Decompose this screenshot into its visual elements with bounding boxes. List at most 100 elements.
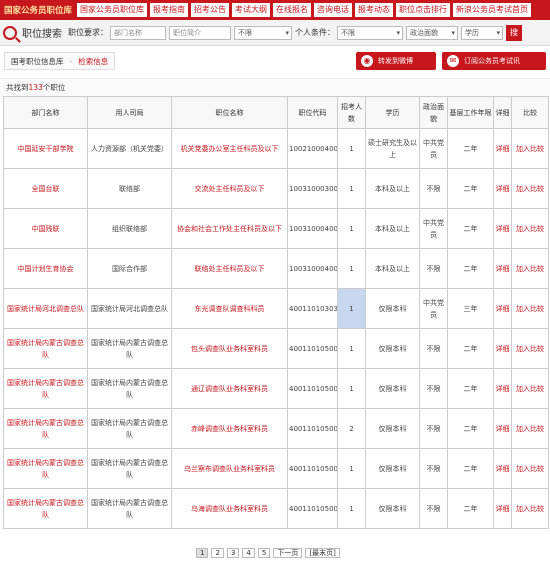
cell-code: 100210004006 [287,128,338,169]
cell-politics: 中共党员 [419,208,448,249]
cell-code: 100310003005 [287,168,338,209]
col-header-bureau: 用人司局 [87,96,172,129]
cell-num: 1 [337,288,366,329]
cell-bureau: 国家统计局内蒙古调查总队 [87,408,172,449]
limit-select[interactable]: 不限 [234,25,292,40]
detail-link[interactable]: 详细 [493,288,512,329]
cell-position: 包头调查队业务科室科员 [171,328,288,369]
detail-link[interactable]: 详细 [493,248,512,289]
cell-num: 1 [337,248,366,289]
table-row: 全国台联 联络部 交流处主任科员及以下 100310003005 1 本科及以上 不限 二年详… [3,168,549,209]
detail-link[interactable]: 详细 [493,208,512,249]
job-req-label: 职位要求： [68,28,108,37]
nav-item-sina-home[interactable]: 新浪公务员考试首页 [453,3,532,17]
nav-item-job-db[interactable]: 国家公务员职位库 [77,3,148,17]
col-header-dept: 部门名称 [3,96,88,129]
page-3-button[interactable]: 3 [226,548,240,558]
cell-bureau: 人力资源部（机关党委） [87,128,172,169]
share-weibo-button[interactable]: ◉ 转发到微博 [356,52,436,70]
cell-politics: 不限 [419,248,448,289]
search-title: 职位搜索 [22,29,62,40]
add-compare-link[interactable]: 加入比较 [511,248,549,289]
col-header-num: 招考人数 [337,96,366,129]
subscribe-button[interactable]: ✉ 订阅公务员考试讯 [442,52,546,70]
col-header-edu: 学历 [365,96,420,129]
politics-select[interactable]: 政治面貌 [406,25,458,40]
nav-item-syllabus[interactable]: 考试大纲 [232,3,271,17]
next-page-button[interactable]: 下一页 [273,548,303,558]
cell-edu: 硕士研究生及以上 [365,128,420,169]
table-row: 中国计划生育协会 国际合作部 联络处主任科员及以下 100310004003 1 本科及以… [3,248,549,289]
table-row: 国家统计局内蒙古调查总队 国家统计局内蒙古调查总队 通辽调查队业务科室科员 40011… [3,368,549,409]
cell-years: 二年 [447,328,494,369]
nav-item-online-signup[interactable]: 在线报名 [273,3,312,17]
table-row: 国家统计局河北调查总队 国家统计局河北调查总队 东光调查队调查科科员 40011010… [3,288,549,329]
cell-bureau: 国家统计局内蒙古调查总队 [87,368,172,409]
cell-position: 赤峰调查队业务科室科员 [171,408,288,449]
nav-item-ranking[interactable]: 职位点击排行 [396,3,451,17]
page-2-button[interactable]: 2 [211,548,224,558]
cell-position: 联络处主任科员及以下 [171,248,288,289]
personal-label: 个人条件： [295,28,335,37]
detail-link[interactable]: 详细 [493,368,512,409]
detail-link[interactable]: 详细 [493,448,512,489]
cell-edu: 仅限本科 [365,288,420,329]
cell-dept: 中国延安干部学院 [3,128,88,169]
detail-link[interactable]: 详细 [493,488,512,529]
add-compare-link[interactable]: 加入比较 [511,328,549,369]
add-compare-link[interactable]: 加入比较 [511,368,549,409]
table-row: 国家统计局内蒙古调查总队 国家统计局内蒙古调查总队 包头调查队业务科室科员 40011… [3,328,549,369]
cell-bureau: 国家统计局河北调查总队 [87,288,172,329]
detail-link[interactable]: 详细 [493,168,512,209]
cell-bureau: 联络部 [87,168,172,209]
nav-item-announcement[interactable]: 招考公告 [191,3,230,17]
add-compare-link[interactable]: 加入比较 [511,488,549,529]
col-header-politics: 政治面貌 [419,96,448,129]
cell-edu: 本科及以上 [365,248,420,289]
dept-name-input[interactable]: 部门名称 [110,25,166,40]
detail-link[interactable]: 详细 [493,128,512,169]
cell-dept: 国家统计局河北调查总队 [3,288,88,329]
search-button[interactable]: 搜 [506,24,522,41]
personal-select[interactable]: 不限 [337,25,403,40]
cell-num: 1 [337,368,366,409]
add-compare-link[interactable]: 加入比较 [511,408,549,449]
table-row: 国家统计局内蒙古调查总队 国家统计局内蒙古调查总队 乌兰察布调查队业务科室科员 400… [3,448,549,489]
cell-years: 三年 [447,288,494,329]
breadcrumb-home[interactable]: 国考职位信息库 [11,56,64,67]
add-compare-link[interactable]: 加入比较 [511,288,549,329]
subscribe-label: 订阅公务员考试讯 [464,57,520,65]
col-header-position: 职位名称 [171,96,288,129]
nav-item-hotline[interactable]: 咨询电话 [314,3,353,17]
detail-link[interactable]: 详细 [493,328,512,369]
weibo-icon: ◉ [361,55,373,67]
cell-code: 400110103037 [287,288,338,329]
result-count-number: 133 [28,83,43,92]
page-4-button[interactable]: 4 [242,548,255,558]
col-header-detail: 详细 [493,96,512,129]
add-compare-link[interactable]: 加入比较 [511,448,549,489]
nav-item-news[interactable]: 报考动态 [355,3,394,17]
cell-politics: 不限 [419,448,448,489]
add-compare-link[interactable]: 加入比较 [511,208,549,249]
job-brief-input[interactable]: 职位简介 [169,25,231,40]
breadcrumb-current: 检索信息 [78,56,109,66]
page-1-button[interactable]: 1 [196,548,209,558]
col-header-code: 职位代码 [287,96,338,129]
cell-politics: 不限 [419,488,448,529]
page-5-button[interactable]: 5 [257,548,271,558]
cell-politics: 不限 [419,408,448,449]
add-compare-link[interactable]: 加入比较 [511,128,549,169]
last-page-button[interactable]: [最末页] [305,548,340,558]
education-select[interactable]: 学历 [461,25,503,40]
cell-dept: 国家统计局内蒙古调查总队 [3,448,88,489]
site-brand[interactable]: 国家公务员职位库 [4,4,72,16]
nav-item-guide[interactable]: 报考指南 [150,3,189,17]
detail-link[interactable]: 详细 [493,408,512,449]
cell-code: 400110105004 [287,408,338,449]
mail-icon: ✉ [447,55,459,67]
add-compare-link[interactable]: 加入比较 [511,168,549,209]
table-header-row: 部门名称 用人司局 职位名称 职位代码 招考人数 学历 政治面貌 基层工作年限 … [3,96,549,129]
cell-edu: 本科及以上 [365,168,420,209]
cell-code: 400110105005 [287,448,338,489]
